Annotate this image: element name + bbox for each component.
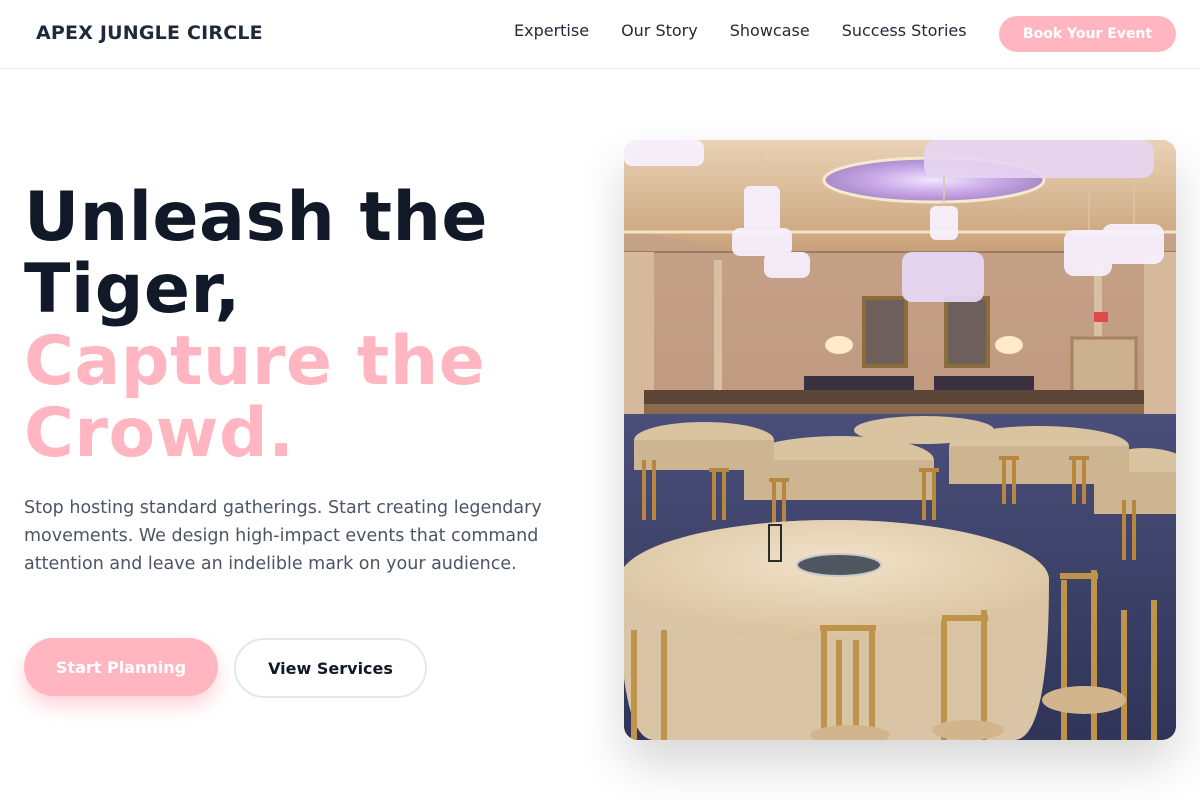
nav-links: Expertise Our Story Showcase Success Sto… bbox=[514, 21, 967, 40]
hero-heading-line-1: Unleash the bbox=[24, 178, 489, 257]
banquet-hall-image bbox=[624, 140, 1176, 740]
view-services-button[interactable]: View Services bbox=[234, 638, 427, 698]
hero-heading: Unleash the Tiger, Capture the Crowd. bbox=[24, 182, 584, 470]
hero-heading-line-2: Tiger, bbox=[24, 250, 241, 329]
banquet-hall-illustration bbox=[624, 140, 1176, 740]
nav-link-our-story[interactable]: Our Story bbox=[621, 21, 698, 40]
hero-heading-accent-line-1: Capture the bbox=[24, 322, 486, 401]
hero-heading-accent-line-2: Crowd. bbox=[24, 394, 295, 473]
nav-link-showcase[interactable]: Showcase bbox=[730, 21, 810, 40]
brand-logo[interactable]: APEX JUNGLE CIRCLE bbox=[36, 22, 263, 44]
start-planning-button[interactable]: Start Planning bbox=[24, 638, 218, 696]
nav-link-expertise[interactable]: Expertise bbox=[514, 21, 589, 40]
hero-description: Stop hosting standard gatherings. Start … bbox=[24, 498, 542, 574]
book-event-button[interactable]: Book Your Event bbox=[999, 16, 1176, 52]
top-navbar: APEX JUNGLE CIRCLE Expertise Our Story S… bbox=[0, 0, 1200, 69]
nav-link-success-stories[interactable]: Success Stories bbox=[842, 21, 967, 40]
